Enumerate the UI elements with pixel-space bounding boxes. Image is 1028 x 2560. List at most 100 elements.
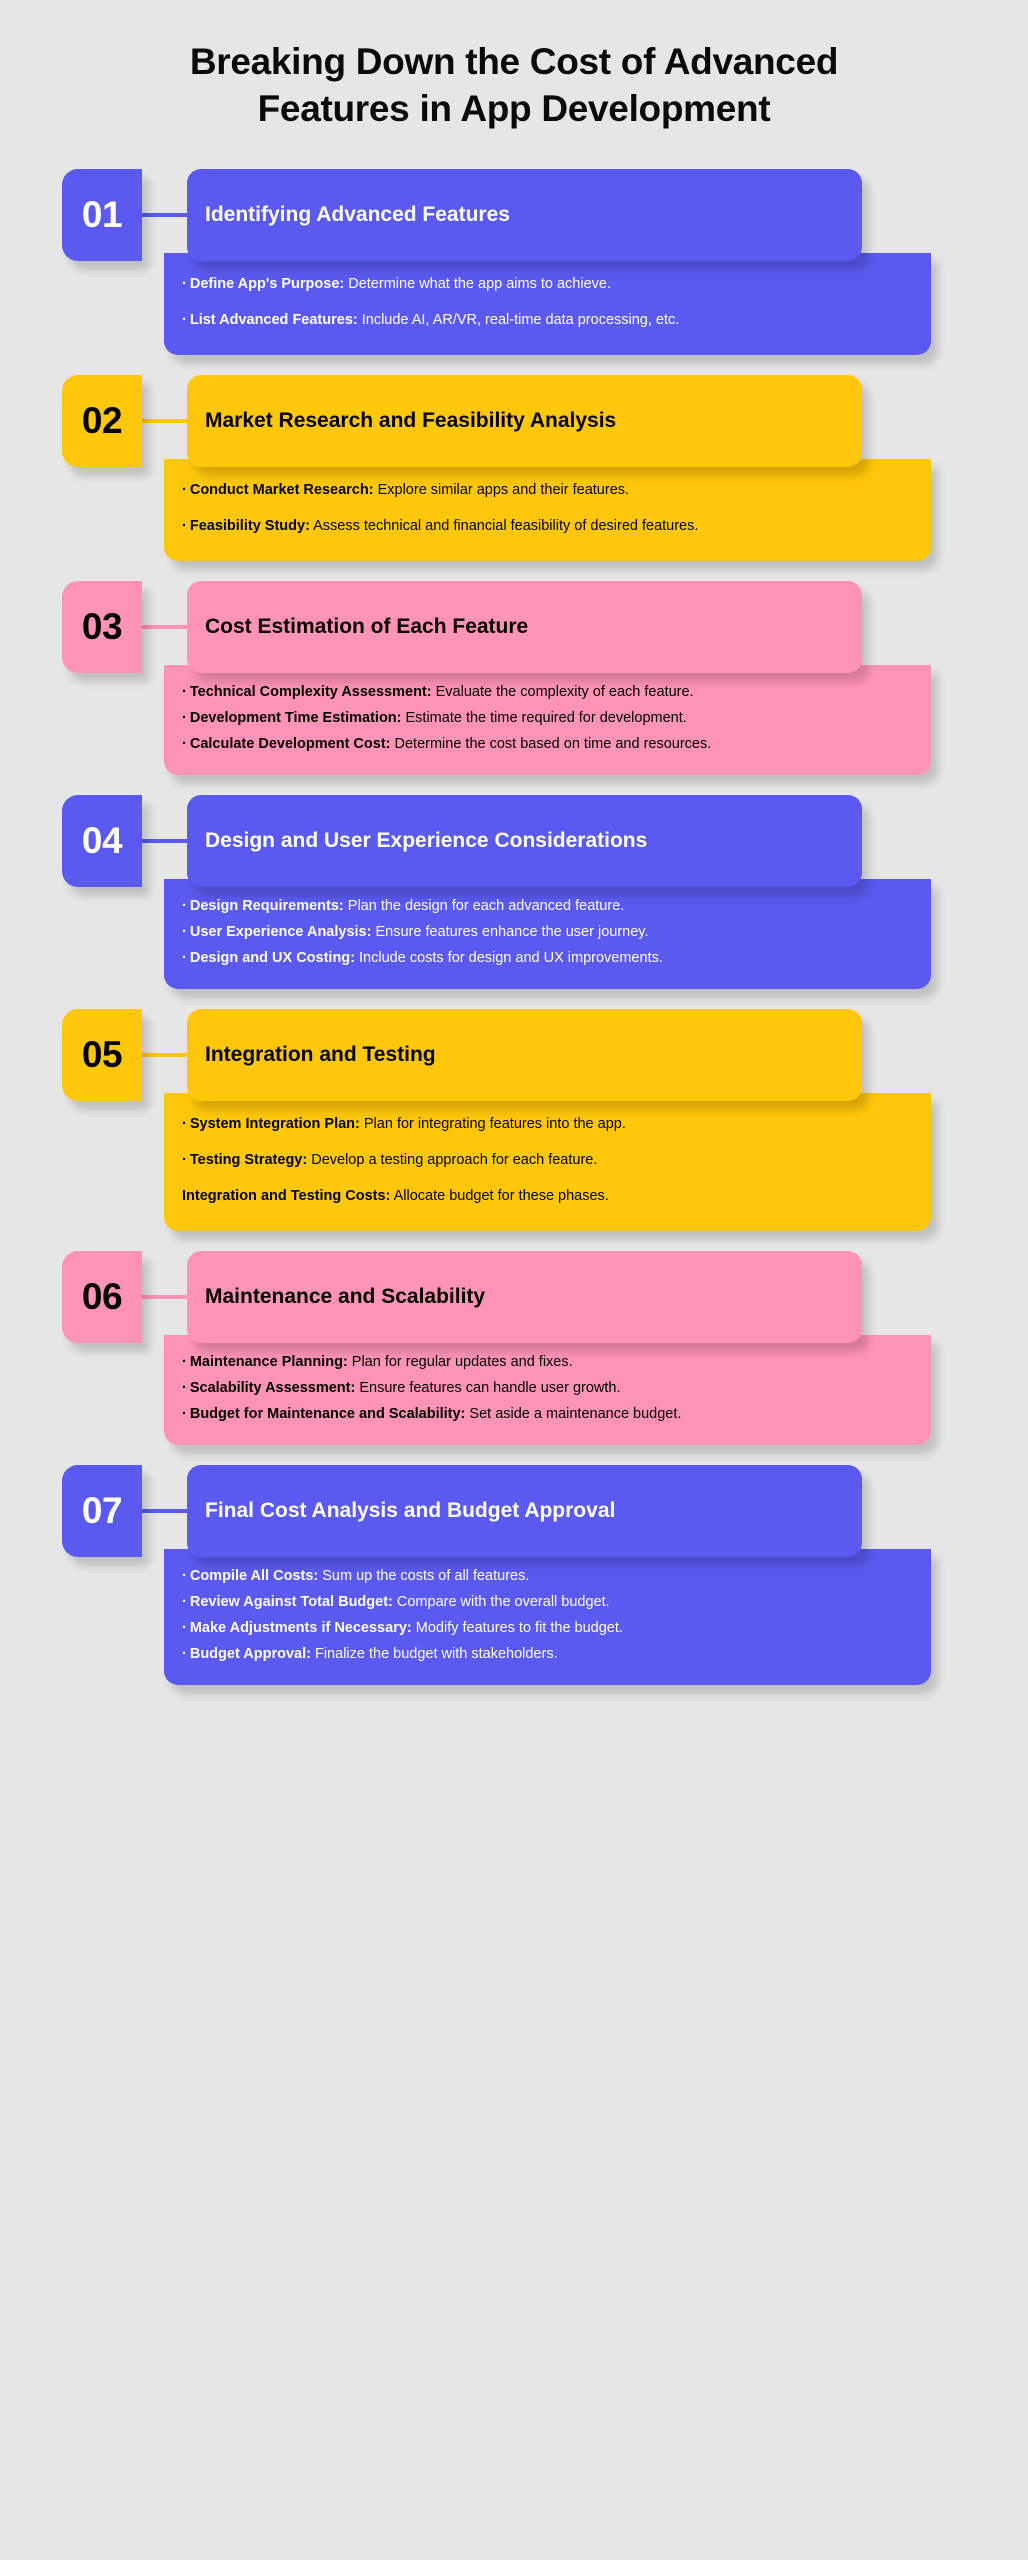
step-heading: Market Research and Feasibility Analysis xyxy=(187,374,862,467)
step-03: 03 Cost Estimation of Each Feature · Techni… xyxy=(0,580,1028,775)
bullet-lead: Design Requirements: xyxy=(189,897,344,914)
step-header-row: 05 Integration and Testing xyxy=(0,1009,1028,1102)
bullet-item: · Development Time Estimation: Estimate t… xyxy=(182,707,907,729)
step-connector-line xyxy=(142,418,187,423)
bullet-description: Include AI, AR/VR, real-time data proces… xyxy=(357,311,680,328)
bullet-lead: Compile All Costs: xyxy=(189,1568,319,1585)
bullet-item: Integration and Testing Costs: Allocate … xyxy=(182,1185,907,1207)
step-connector-line xyxy=(142,624,187,629)
bullet-marker-icon: · xyxy=(182,517,187,534)
bullet-item: · Compile All Costs: Sum up the costs of … xyxy=(182,1565,907,1587)
step-number-badge: 01 xyxy=(62,168,142,261)
step-heading: Cost Estimation of Each Feature xyxy=(187,580,862,673)
step-body-card: · Define App's Purpose: Determine what th… xyxy=(164,252,931,355)
bullet-lead: List Advanced Features: xyxy=(189,311,358,328)
step-body-card: · Compile All Costs: Sum up the costs of … xyxy=(164,1549,931,1686)
step-heading: Integration and Testing xyxy=(187,1009,862,1102)
step-connector-line xyxy=(142,1509,187,1514)
bullet-lead: Budget Approval: xyxy=(189,1646,311,1663)
bullet-lead: Make Adjustments if Necessary: xyxy=(189,1620,412,1637)
step-connector-line xyxy=(142,212,187,217)
step-heading: Design and User Experience Consideration… xyxy=(187,794,862,887)
bullet-description: Ensure features can handle user growth. xyxy=(355,1380,621,1397)
bullet-description: Allocate budget for these phases. xyxy=(390,1188,609,1205)
step-connector-line xyxy=(142,1295,187,1300)
bullet-marker-icon: · xyxy=(182,1354,187,1371)
bullet-marker-icon: · xyxy=(182,897,187,914)
bullet-description: Modify features to fit the budget. xyxy=(411,1620,623,1637)
step-heading: Identifying Advanced Features xyxy=(187,168,862,261)
step-header-row: 01 Identifying Advanced Features xyxy=(0,168,1028,261)
bullet-item: · Technical Complexity Assessment: Evalua… xyxy=(182,681,907,703)
bullet-lead: User Experience Analysis: xyxy=(189,923,372,940)
bullet-item: · Make Adjustments if Necessary: Modify f… xyxy=(182,1617,907,1639)
bullet-marker-icon: · xyxy=(182,1620,187,1637)
bullet-marker-icon: · xyxy=(182,1568,187,1585)
step-body-card: · Conduct Market Research: Explore simila… xyxy=(164,458,931,561)
page-title: Breaking Down the Cost of Advanced Featu… xyxy=(189,41,839,130)
bullet-marker-icon: · xyxy=(182,1646,187,1663)
bullet-description: Plan for regular updates and fixes. xyxy=(347,1354,573,1371)
bullet-description: Compare with the overall budget. xyxy=(392,1594,610,1611)
bullet-lead: Define App's Purpose: xyxy=(189,275,345,292)
step-06: 06 Maintenance and Scalability · Maintenanc… xyxy=(0,1251,1028,1446)
bullet-marker-icon: · xyxy=(182,1152,187,1169)
bullet-description: Plan for integrating features into the a… xyxy=(359,1116,626,1133)
step-number-badge: 03 xyxy=(62,580,142,673)
bullet-description: Assess technical and financial feasibili… xyxy=(309,517,699,534)
step-number-badge: 06 xyxy=(62,1251,142,1344)
bullet-item: · Define App's Purpose: Determine what th… xyxy=(182,273,907,295)
step-header-row: 02 Market Research and Feasibility Analys… xyxy=(0,374,1028,467)
bullet-item: · Design and UX Costing: Include costs fo… xyxy=(182,947,907,969)
bullet-marker-icon: · xyxy=(182,1406,187,1423)
step-01: 01 Identifying Advanced Features · Define A… xyxy=(0,168,1028,355)
bullet-item: · List Advanced Features: Include AI, AR/… xyxy=(182,309,907,331)
bullet-lead: System Integration Plan: xyxy=(189,1116,360,1133)
bullet-description: Set aside a maintenance budget. xyxy=(465,1406,682,1423)
bullet-lead: Feasibility Study: xyxy=(189,517,310,534)
bullet-lead: Maintenance Planning: xyxy=(189,1354,348,1371)
bullet-description: Explore similar apps and their features. xyxy=(373,481,630,498)
step-connector-line xyxy=(142,838,187,843)
bullet-item: · Feasibility Study: Assess technical and… xyxy=(182,515,907,537)
bullet-marker-icon: · xyxy=(182,923,187,940)
bullet-item: · Budget for Maintenance and Scalability:… xyxy=(182,1403,907,1425)
bullet-lead: Integration and Testing Costs: xyxy=(182,1188,391,1205)
bullet-item: · Calculate Development Cost: Determine t… xyxy=(182,733,907,755)
step-number-badge: 04 xyxy=(62,794,142,887)
bullet-lead: Testing Strategy: xyxy=(189,1152,308,1169)
bullet-marker-icon: · xyxy=(182,709,187,726)
bullet-item: · Maintenance Planning: Plan for regular … xyxy=(182,1351,907,1373)
bullet-item: · Conduct Market Research: Explore simila… xyxy=(182,479,907,501)
bullet-description: Develop a testing approach for each feat… xyxy=(307,1152,598,1169)
bullet-description: Ensure features enhance the user journey… xyxy=(371,923,649,940)
bullet-item: · Design Requirements: Plan the design fo… xyxy=(182,895,907,917)
step-header-row: 06 Maintenance and Scalability xyxy=(0,1251,1028,1344)
step-header-row: 04 Design and User Experience Considerati… xyxy=(0,794,1028,887)
bullet-marker-icon: · xyxy=(182,311,187,328)
step-07: 07 Final Cost Analysis and Budget Approva… xyxy=(0,1465,1028,1686)
bullet-marker-icon: · xyxy=(182,1594,187,1611)
bullet-marker-icon: · xyxy=(182,1380,187,1397)
bullet-lead: Calculate Development Cost: xyxy=(189,735,391,752)
bullet-description: Include costs for design and UX improvem… xyxy=(355,950,663,966)
bullet-marker-icon: · xyxy=(182,950,187,966)
bullet-description: Estimate the time required for developme… xyxy=(401,709,687,726)
bullet-lead: Development Time Estimation: xyxy=(189,709,402,726)
bullet-description: Sum up the costs of all features. xyxy=(318,1568,530,1585)
step-connector-line xyxy=(142,1053,187,1058)
step-heading: Maintenance and Scalability xyxy=(187,1251,862,1344)
bullet-item: · User Experience Analysis: Ensure featur… xyxy=(182,921,907,943)
bullet-marker-icon: · xyxy=(182,1116,187,1133)
step-number-badge: 02 xyxy=(62,374,142,467)
bullet-item: · System Integration Plan: Plan for integ… xyxy=(182,1113,907,1135)
bullet-lead: Review Against Total Budget: xyxy=(189,1594,393,1611)
bullet-description: Determine what the app aims to achieve. xyxy=(344,275,611,292)
step-body-card: · Maintenance Planning: Plan for regular … xyxy=(164,1335,931,1446)
bullet-marker-icon: · xyxy=(182,481,187,498)
step-header-row: 07 Final Cost Analysis and Budget Approva… xyxy=(0,1465,1028,1558)
step-body-card: · Design Requirements: Plan the design fo… xyxy=(164,878,931,990)
bullet-lead: Design and UX Costing: xyxy=(189,950,355,966)
bullet-lead: Technical Complexity Assessment: xyxy=(189,683,432,700)
bullet-lead: Scalability Assessment: xyxy=(189,1380,356,1397)
